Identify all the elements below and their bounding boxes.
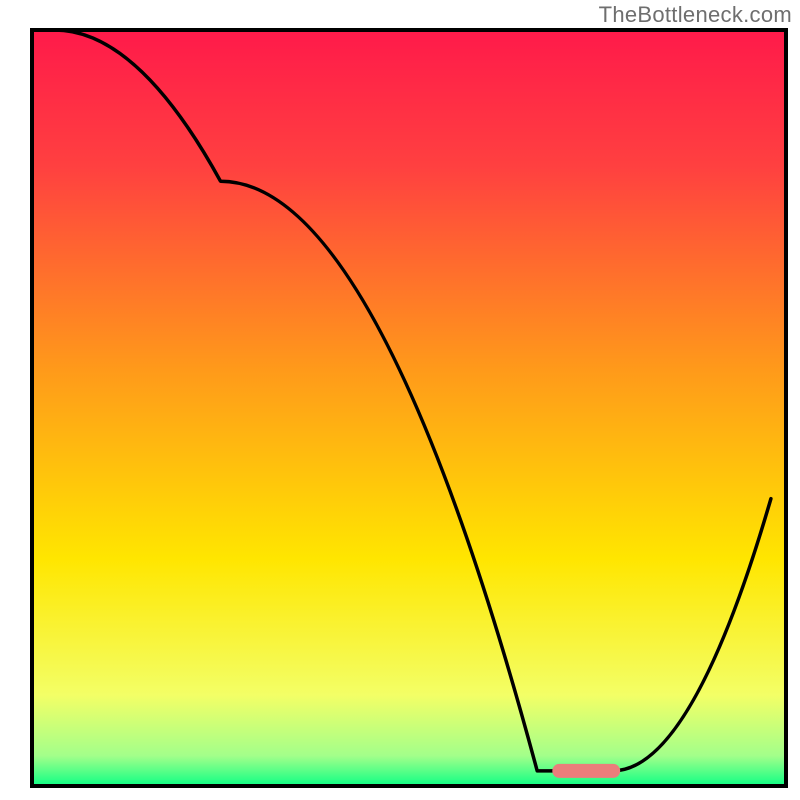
watermark-text: TheBottleneck.com bbox=[599, 2, 792, 28]
bottleneck-chart bbox=[0, 0, 800, 800]
plot-background bbox=[32, 30, 786, 786]
optimal-marker bbox=[552, 764, 620, 778]
chart-stage: TheBottleneck.com bbox=[0, 0, 800, 800]
